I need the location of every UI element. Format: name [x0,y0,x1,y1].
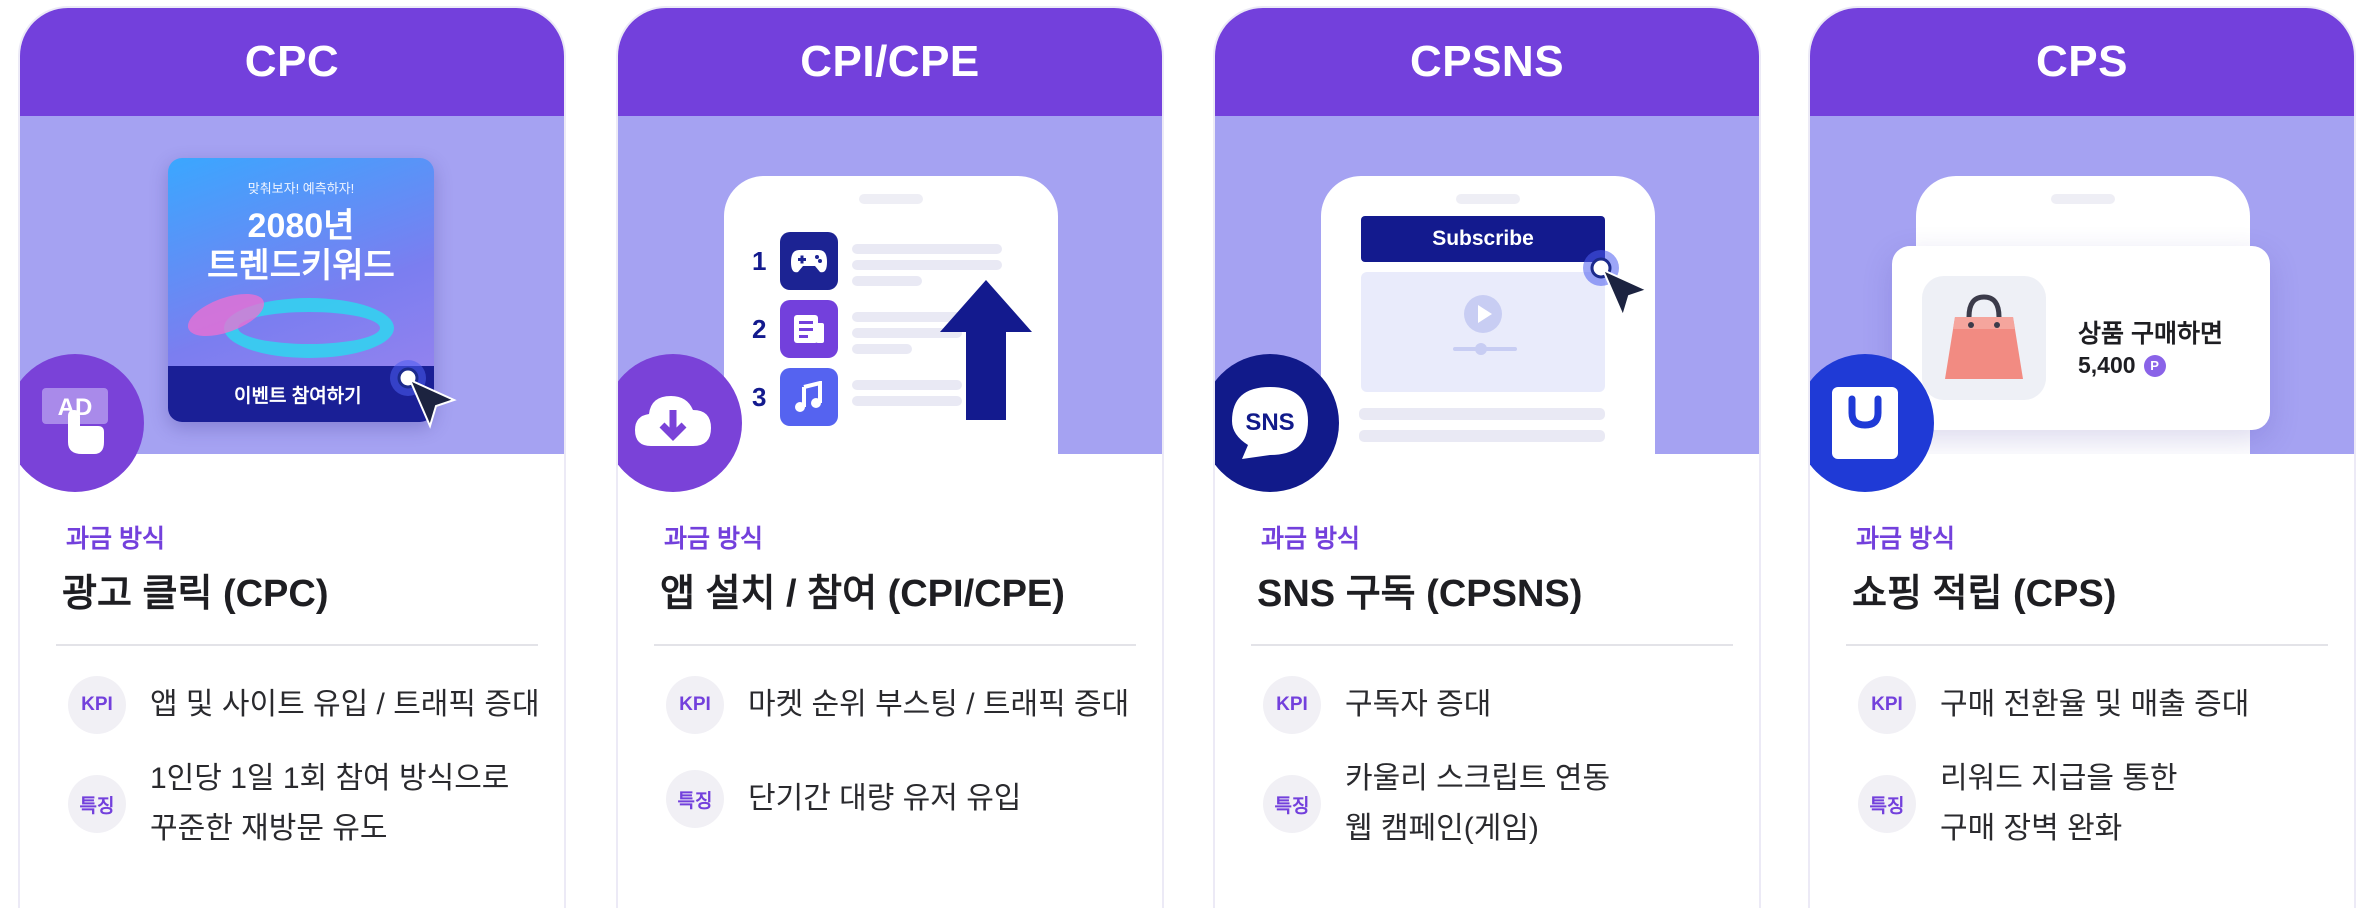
kpi-tag: KPI [68,676,126,734]
feature-text: 카울리 스크립트 연동 웹 캠페인(게임) [1345,754,1610,854]
music-app-icon [780,368,838,426]
reward-row: 5,400 P [2078,352,2166,379]
game-app-icon [780,232,838,290]
placeholder-line [1359,408,1605,420]
placeholder-line [1359,430,1605,442]
rank-number: 1 [752,246,767,276]
feature-line: 구매 장벽 완화 [1940,812,2123,845]
placeholder-line [852,344,912,354]
feature-line: 리워드 지급을 통한 [1940,762,2178,795]
cloud-download-glyph [635,396,711,446]
card-body: 과금 방식 쇼핑 적립 (CPS) KPI 구매 전환율 및 매출 증대 특징 … [1810,454,2354,908]
kpi-row: KPI 마켓 순위 부스팅 / 트래픽 증대 [666,676,1129,734]
rank-number: 3 [752,382,767,412]
feature-line: 1인당 1일 1회 참여 방식으로 [150,762,510,795]
kpi-tag: KPI [1858,676,1916,734]
card-cpc: CPC 맞춰보자! 예측하자! 2080년 트렌드키워드 이벤트 참여하기 AD… [18,6,566,908]
cursor-icon [1583,250,1650,319]
feature-row: 특징 단기간 대량 유저 유입 [666,770,1021,828]
card-body: 과금 방식 광고 클릭 (CPC) KPI 앱 및 사이트 유입 / 트래픽 증… [20,454,564,908]
kpi-text: 구독자 증대 [1345,688,1492,721]
product-text: 상품 구매하면 [2078,320,2223,348]
feature-row: 특징 리워드 지급을 통한 구매 장벽 완화 [1858,754,2177,854]
kpi-text: 구매 전환율 및 매출 증대 [1940,688,2250,721]
card-header: CPI/CPE [618,8,1162,116]
cursor-icon [390,360,457,429]
kpi-tag: KPI [1263,676,1321,734]
progress-knob [1475,343,1487,355]
product-thumb [1922,276,2046,400]
feature-tag: 특징 [68,775,126,833]
shopping-bag-glyph [1832,387,1898,459]
banner-small-text: 맞춰보자! 예측하자! [247,181,355,196]
ad-badge-text: AD [57,394,93,421]
feature-tag: 특징 [666,770,724,828]
banner-title-line2: 트렌드키워드 [207,247,395,285]
card-header: CPC [20,8,564,116]
billing-title: 광고 클릭 (CPC) [62,573,329,615]
divider [654,644,1136,646]
divider [1251,644,1733,646]
phone-mock: 1 2 3 [724,176,1058,454]
kpi-row: KPI 구매 전환율 및 매출 증대 [1858,676,2249,734]
feature-text: 리워드 지급을 통한 구매 장벽 완화 [1940,754,2177,854]
divider [56,644,538,646]
card-cpsns: CPSNS Subscribe SNS 과금 방식 SNS 구독 (CPSNS)… [1213,6,1761,908]
card-header: CPS [1810,8,2354,116]
billing-label: 과금 방식 [664,525,763,553]
feature-line: 카울리 스크립트 연동 [1345,762,1611,795]
feature-tag: 특징 [1263,775,1321,833]
feature-row: 특징 1인당 1일 1회 참여 방식으로 꾸준한 재방문 유도 [68,754,509,854]
phone-notch [2051,194,2115,204]
billing-title: SNS 구독 (CPSNS) [1257,573,1583,615]
subscribe-button[interactable]: Subscribe [1361,216,1605,262]
card-cps: CPS 상품 구매하면 5,400 P 과금 방식 쇼핑 적립 (CPS) KP… [1808,6,2356,908]
feature-line: 단기간 대량 유저 유입 [748,782,1022,815]
banner-cta-label: 이벤트 참여하기 [234,385,362,407]
feature-text: 1인당 1일 1회 참여 방식으로 꾸준한 재방문 유도 [150,754,509,854]
sns-badge-text: SNS [1245,409,1295,436]
card-header: CPSNS [1215,8,1759,116]
divider [1846,644,2328,646]
feature-line: 꾸준한 재방문 유도 [150,812,388,845]
placeholder-line [852,244,1002,254]
card-body: 과금 방식 SNS 구독 (CPSNS) KPI 구독자 증대 특징 카울리 스… [1215,454,1759,908]
arrow-up-icon [940,280,1032,420]
rank-number: 2 [752,314,767,344]
play-icon [1464,295,1502,333]
reward-amount: 5,400 [2078,352,2136,378]
feature-text: 단기간 대량 유저 유입 [748,774,1021,824]
placeholder-line [852,260,1002,270]
kpi-tag: KPI [666,676,724,734]
point-icon: P [2143,354,2166,377]
phone-notch [859,194,923,204]
video-placeholder [1361,272,1605,392]
billing-label: 과금 방식 [1261,525,1360,553]
subscribe-label: Subscribe [1432,227,1534,250]
feature-tag: 특징 [1858,775,1916,833]
shopping-bag-image [1945,294,2023,379]
kpi-row: KPI 앱 및 사이트 유입 / 트래픽 증대 [68,676,540,734]
feature-row: 특징 카울리 스크립트 연동 웹 캠페인(게임) [1263,754,1610,854]
ad-click-glyph [42,388,108,454]
kpi-text: 마켓 순위 부스팅 / 트래픽 증대 [748,688,1130,721]
billing-label: 과금 방식 [1856,525,1955,553]
billing-title: 쇼핑 적립 (CPS) [1852,573,2117,615]
phone-notch [1456,194,1520,204]
placeholder-line [852,276,922,286]
feature-line: 웹 캠페인(게임) [1345,812,1539,845]
card-cpi-cpe: CPI/CPE 1 2 3 과금 방식 앱 설치 / 참여 (CPI/CPE) … [616,6,1164,908]
kpi-row: KPI 구독자 증대 [1263,676,1491,734]
billing-label: 과금 방식 [66,525,165,553]
news-app-icon [780,300,838,358]
reward-popup: 상품 구매하면 5,400 P [1892,246,2270,430]
billing-title: 앱 설치 / 참여 (CPI/CPE) [660,573,1065,615]
card-body: 과금 방식 앱 설치 / 참여 (CPI/CPE) KPI 마켓 순위 부스팅 … [618,454,1162,908]
kpi-text: 앱 및 사이트 유입 / 트래픽 증대 [150,688,540,721]
